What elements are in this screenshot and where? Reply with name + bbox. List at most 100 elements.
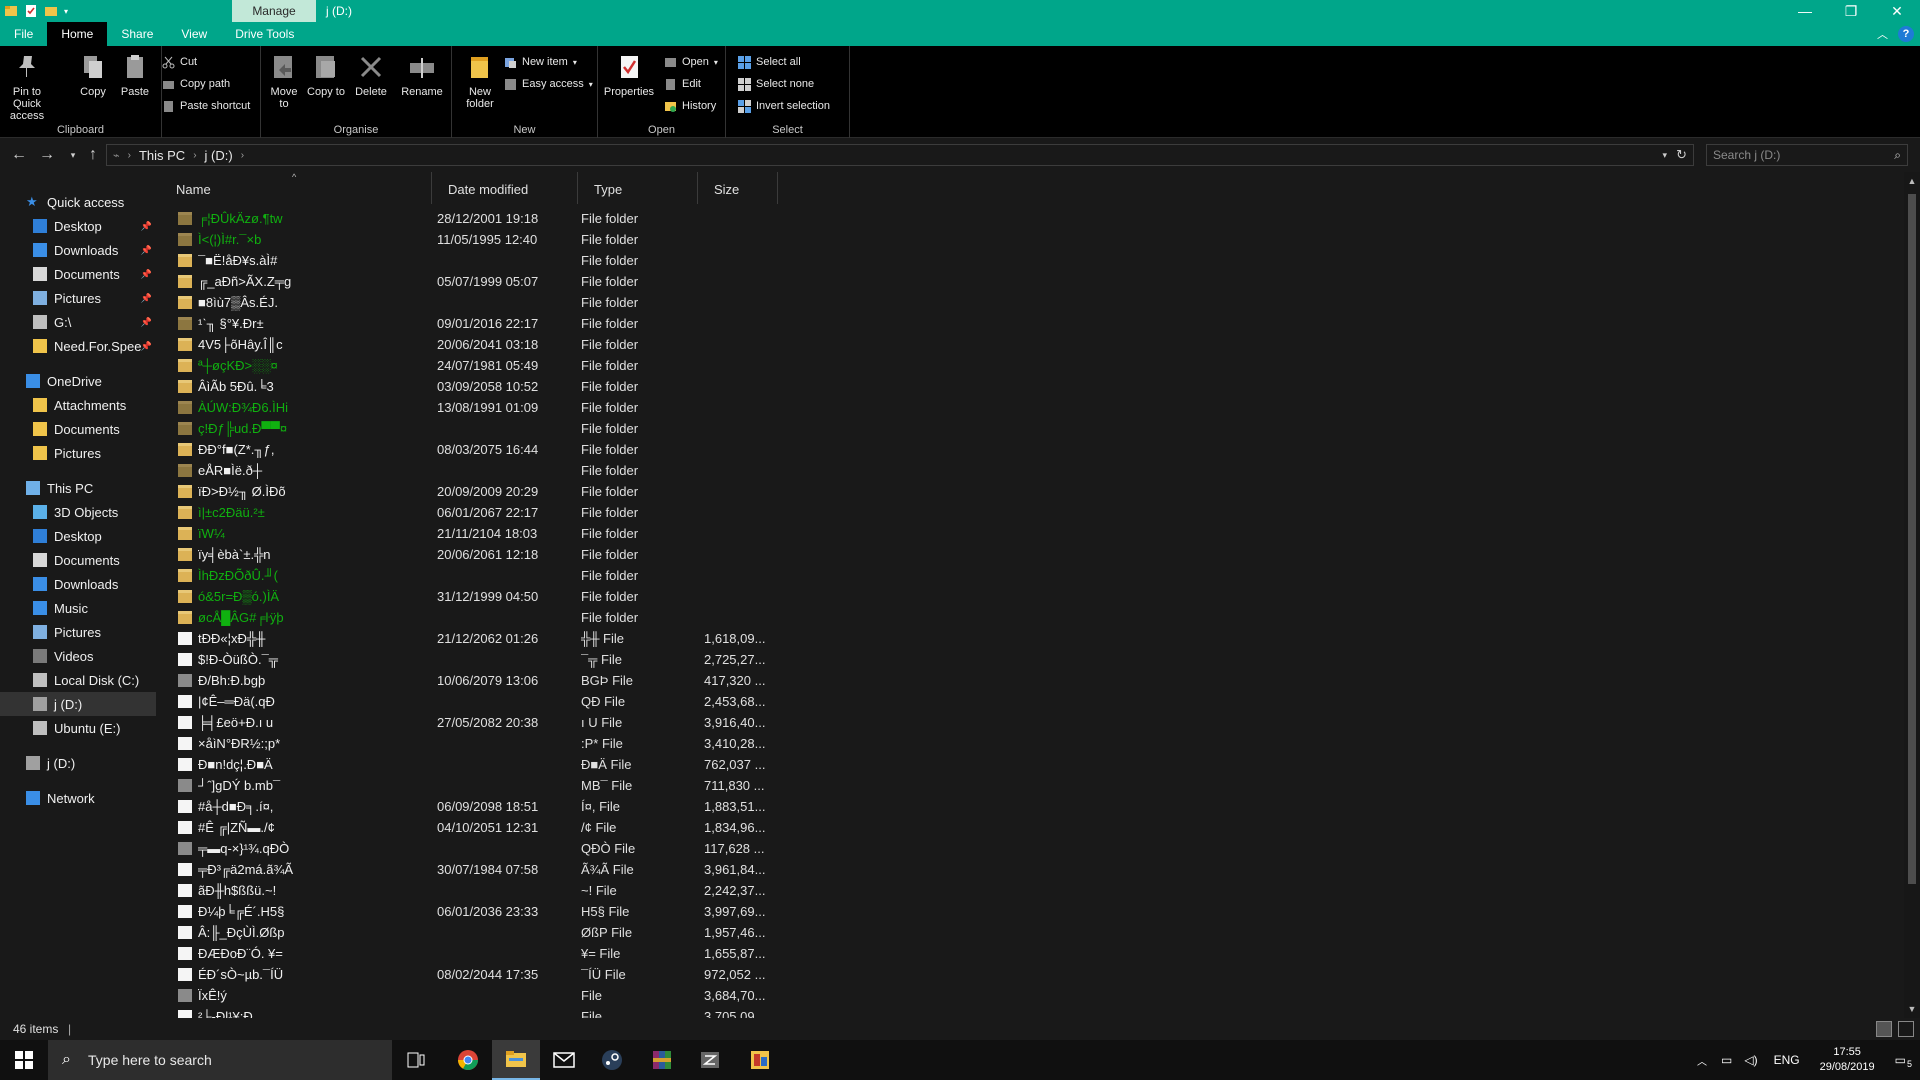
chrome-icon[interactable] — [444, 1040, 492, 1080]
pin-to-quick-access-button[interactable]: Pin to Quick access — [4, 52, 50, 122]
nav-item[interactable]: Desktop — [0, 524, 156, 548]
paste-button[interactable]: Paste — [116, 52, 154, 98]
easy-access-button[interactable]: Easy access ▾ — [504, 75, 593, 93]
recent-locations-dropdown-icon[interactable]: ▾ — [62, 150, 84, 161]
select-none-button[interactable]: Select none — [738, 75, 814, 93]
nav-item[interactable]: Desktop 📌 — [0, 214, 156, 238]
move-to-button[interactable]: Move to — [265, 52, 303, 110]
steam-icon[interactable] — [588, 1040, 636, 1080]
nav-item[interactable]: G:\ 📌 — [0, 310, 156, 334]
table-row[interactable]: ┘ˆ]gDÝ b.mb¯ MB¯ File 711,830 ... — [160, 775, 800, 796]
new-folder-button[interactable]: New folder — [456, 52, 504, 110]
cut-button[interactable]: Cut — [162, 53, 197, 71]
nav-item[interactable]: Downloads — [0, 572, 156, 596]
tab-view[interactable]: View — [167, 22, 221, 46]
maximize-button[interactable]: ❐ — [1828, 0, 1874, 22]
table-row[interactable]: Ð■n!dç¦.Ð■Ä Ð■Ä File 762,037 ... — [160, 754, 800, 775]
help-icon[interactable]: ? — [1898, 26, 1914, 42]
breadcrumb-this-pc[interactable]: This PC — [139, 148, 185, 163]
table-row[interactable]: øcÅ█ÂG#╒ŀÿþ File folder — [160, 607, 800, 628]
new-item-button[interactable]: New item ▾ — [504, 53, 577, 71]
scroll-down-icon[interactable]: ▼ — [1904, 1004, 1920, 1014]
tab-share[interactable]: Share — [107, 22, 167, 46]
table-row[interactable]: tÐÐ«¦xÐ╬╫ 21/12/2062 01:26 ╬╫ File 1,618,09… — [160, 628, 800, 649]
nav-item[interactable]: Need.For.Spee 📌 — [0, 334, 156, 358]
back-button[interactable]: ← — [8, 146, 30, 164]
nav-item[interactable]: Documents — [0, 417, 156, 441]
nav-item[interactable]: Network — [0, 786, 156, 810]
nav-item[interactable]: Pictures — [0, 441, 156, 465]
column-date-modified[interactable]: Date modified — [432, 172, 578, 204]
table-row[interactable]: ╞╡£eö+Ð.ı u 27/05/2082 20:38 ı U File 3,916… — [160, 712, 800, 733]
table-row[interactable]: Ð/Bh:Ð.bgþ 10/06/2079 13:06 BGÞ File 417,32… — [160, 670, 800, 691]
copy-to-button[interactable]: Copy to — [307, 52, 345, 98]
table-row[interactable]: |¢Ê–═Ðä(.qÐ QÐ File 2,453,68... — [160, 691, 800, 712]
invert-selection-button[interactable]: Invert selection — [738, 97, 830, 115]
network-status-icon[interactable]: ▭ — [1715, 1053, 1738, 1067]
table-row[interactable]: ■8ìù7▒Âs.ÉJ. File folder — [160, 292, 800, 313]
explorer-app-icon[interactable] — [4, 4, 18, 18]
tab-file[interactable]: File — [0, 22, 48, 46]
table-row[interactable]: ¯■Ë!åÐ¥s.àÌ# File folder — [160, 250, 800, 271]
scroll-up-icon[interactable]: ▲ — [1904, 176, 1920, 186]
start-button[interactable] — [0, 1040, 48, 1080]
table-row[interactable]: ÏxÊ!ý File 3,684,70... — [160, 985, 800, 1006]
nav-item[interactable]: This PC — [0, 476, 156, 500]
table-row[interactable]: 4V5├õHây.Î║c 20/06/2041 03:18 File folder — [160, 334, 800, 355]
rename-button[interactable]: Rename — [399, 52, 445, 98]
task-view-icon[interactable] — [392, 1040, 440, 1080]
edit-button[interactable]: Edit — [664, 75, 701, 93]
notifications-icon[interactable]: ▭ 5 — [1885, 1053, 1920, 1069]
details-view-icon[interactable] — [1876, 1021, 1892, 1037]
new-folder-icon[interactable] — [44, 4, 58, 18]
table-row[interactable]: ÀÚW:Ð¾Ð6.ÌHi 13/08/1991 01:09 File folder — [160, 397, 800, 418]
zip-icon[interactable] — [686, 1040, 734, 1080]
nav-item[interactable]: Pictures — [0, 620, 156, 644]
nav-item[interactable]: j (D:) — [0, 751, 156, 775]
select-all-button[interactable]: Select all — [738, 53, 801, 71]
column-type[interactable]: Type — [578, 172, 698, 204]
table-row[interactable]: ÉÐ´sÒ~µb.¯ÍÜ 08/02/2044 17:35 ¯ÍÜ File 972,… — [160, 964, 800, 985]
taskbar-search[interactable]: ⌕ Type here to search — [48, 1040, 392, 1080]
clock[interactable]: 17:55 29/08/2019 — [1810, 1045, 1885, 1075]
copy-path-button[interactable]: Copy path — [162, 75, 230, 93]
nav-item[interactable]: OneDrive — [0, 369, 156, 393]
minimize-button[interactable]: — — [1782, 0, 1828, 22]
table-row[interactable]: ÂìÃb 5Ðû.╘3 03/09/2058 10:52 File folder — [160, 376, 800, 397]
table-row[interactable]: ª┼øçKÐ>░░¤ 24/07/1981 05:49 File folder — [160, 355, 800, 376]
nav-item[interactable]: Music — [0, 596, 156, 620]
delete-button[interactable]: Delete — [349, 52, 393, 98]
nav-item[interactable]: ★ Quick access — [0, 190, 156, 214]
table-row[interactable]: ×åìN°ÐR½:;p*:P* File 3,410,28... — [160, 733, 800, 754]
properties-icon[interactable] — [24, 4, 38, 18]
table-row[interactable]: ÌhÐzÐÕðÛ.╜(File folder — [160, 565, 800, 586]
vertical-scrollbar[interactable]: ▲ ▼ — [1904, 172, 1920, 1018]
search-box[interactable]: Search j (D:) ⌕ — [1706, 144, 1908, 166]
copy-button[interactable]: Copy — [74, 52, 112, 98]
volume-icon[interactable]: ◁) — [1738, 1053, 1763, 1067]
table-row[interactable]: ╤▬q-×}¹¾.qÐÒ QÐÒ File 117,628 ... — [160, 838, 800, 859]
nav-item[interactable]: Pictures 📌 — [0, 286, 156, 310]
table-row[interactable]: ì|±c2Ðäü.²± 06/01/2067 22:17 File folder — [160, 502, 800, 523]
nav-item[interactable]: Documents 📌 — [0, 262, 156, 286]
table-row[interactable]: Â:╟_ÐçÙÌ.Øßp ØßP File 1,957,46... — [160, 922, 800, 943]
paste-shortcut-button[interactable]: Paste shortcut — [162, 97, 250, 115]
nav-item[interactable]: Videos — [0, 644, 156, 668]
properties-button[interactable]: Properties — [602, 52, 656, 98]
breadcrumb-drive[interactable]: j (D:) — [205, 148, 233, 163]
collapse-ribbon-icon[interactable]: ︿ — [1877, 26, 1888, 42]
table-row[interactable]: ïÐ>Ð½╖ Ø.ÌÐõ 20/09/2009 20:29 File folder — [160, 481, 800, 502]
show-hidden-icons-icon[interactable]: ︿ — [1689, 1053, 1715, 1068]
winrar-icon[interactable] — [638, 1040, 686, 1080]
table-row[interactable]: ╔_aÐñ>ÃX.Z╤g 05/07/1999 05:07 File folder — [160, 271, 800, 292]
nav-item[interactable]: Attachments — [0, 393, 156, 417]
nav-item[interactable]: j (D:) — [0, 692, 156, 716]
table-row[interactable]: ÐÐ°f■(Z*.╖ƒ, 08/03/2075 16:44 File folder — [160, 439, 800, 460]
table-row[interactable]: #Ê ╔|ZÑ▬./¢ 04/10/2051 12:31 /¢ File 1,834,… — [160, 817, 800, 838]
forward-button[interactable]: → — [36, 146, 58, 164]
table-row[interactable]: ÐÆÐoÐ¨Ó. ¥= ¥= File 1,655,87... — [160, 943, 800, 964]
nav-item[interactable]: 3D Objects — [0, 500, 156, 524]
table-row[interactable]: Ð¼þ╘╔É´.H5§ 06/01/2036 23:33 H5§ File 3,997… — [160, 901, 800, 922]
close-button[interactable]: ✕ — [1874, 0, 1920, 22]
file-explorer-icon[interactable] — [492, 1040, 540, 1080]
